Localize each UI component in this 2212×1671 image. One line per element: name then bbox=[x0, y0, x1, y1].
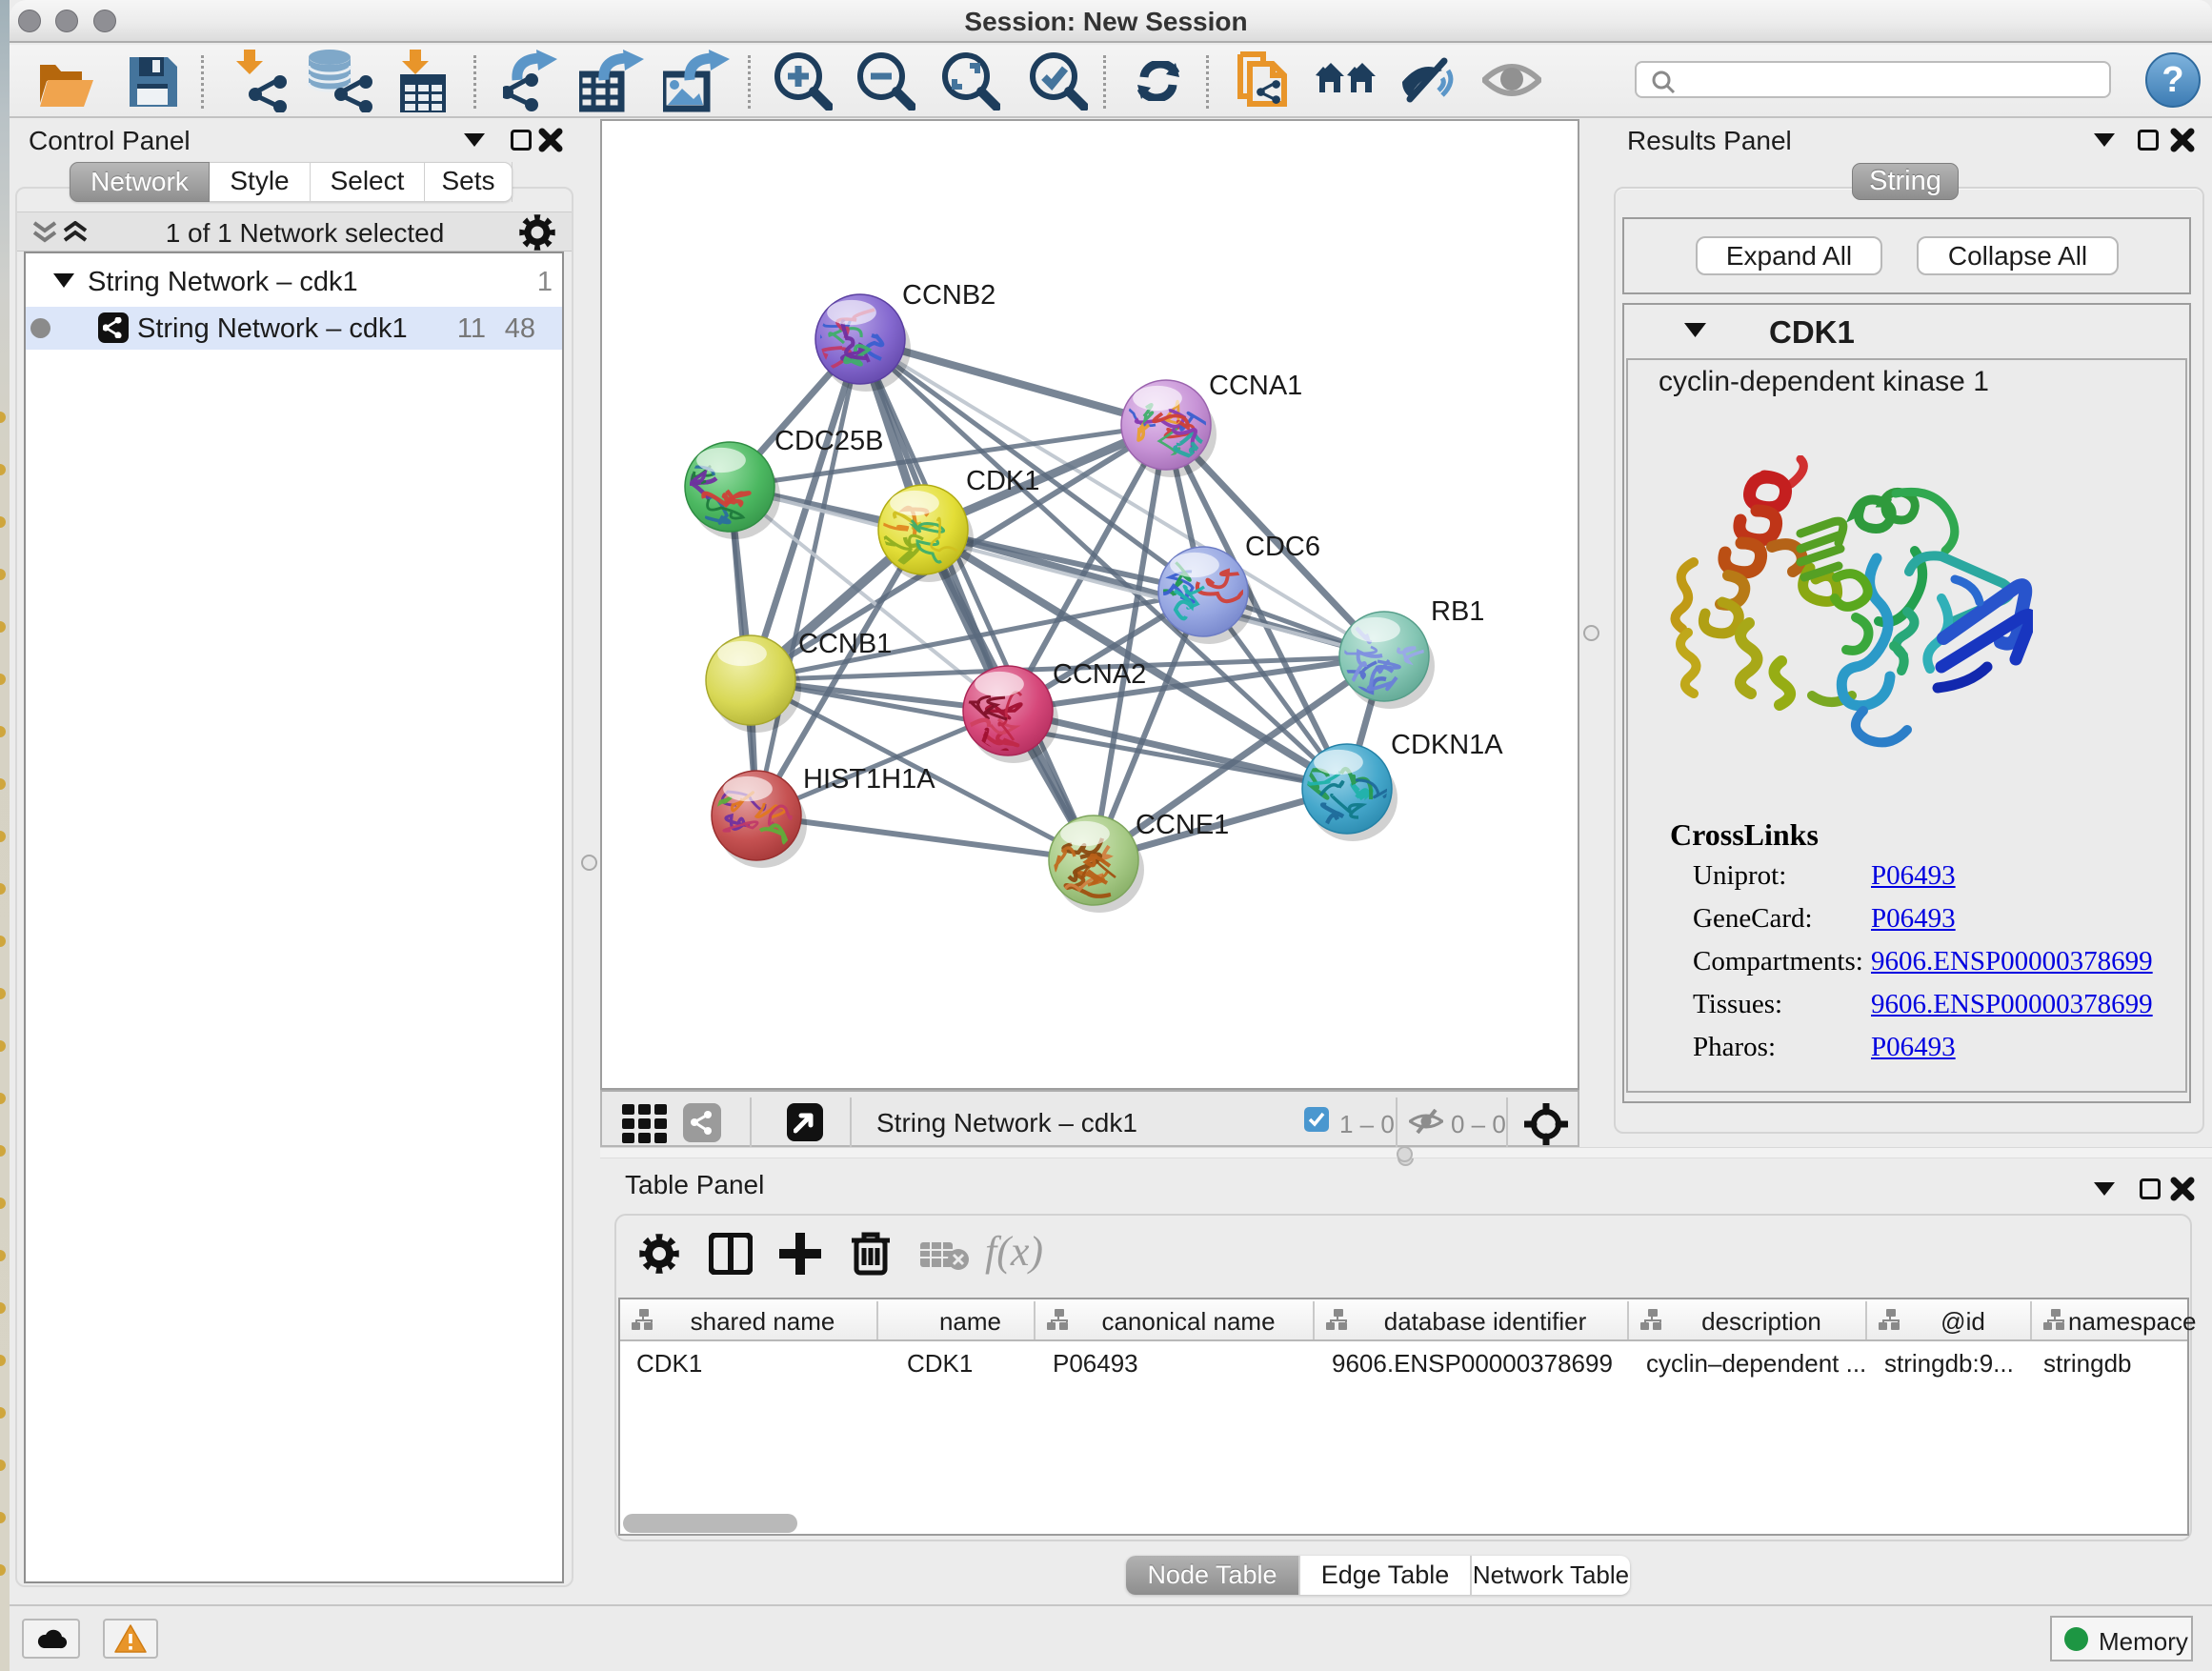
svg-text:CCNB2: CCNB2 bbox=[902, 280, 995, 311]
svg-text:CDC25B: CDC25B bbox=[774, 426, 883, 456]
svg-text:HIST1H1A: HIST1H1A bbox=[803, 764, 935, 795]
svg-text:CCNA2: CCNA2 bbox=[1053, 659, 1146, 690]
svg-text:RB1: RB1 bbox=[1431, 596, 1484, 627]
svg-text:CDC6: CDC6 bbox=[1245, 532, 1320, 562]
svg-text:CDK1: CDK1 bbox=[966, 466, 1039, 496]
svg-text:CCNB1: CCNB1 bbox=[798, 629, 892, 659]
svg-text:CDKN1A: CDKN1A bbox=[1391, 730, 1503, 760]
svg-text:CCNE1: CCNE1 bbox=[1136, 810, 1229, 840]
svg-text:CCNA1: CCNA1 bbox=[1209, 371, 1302, 401]
